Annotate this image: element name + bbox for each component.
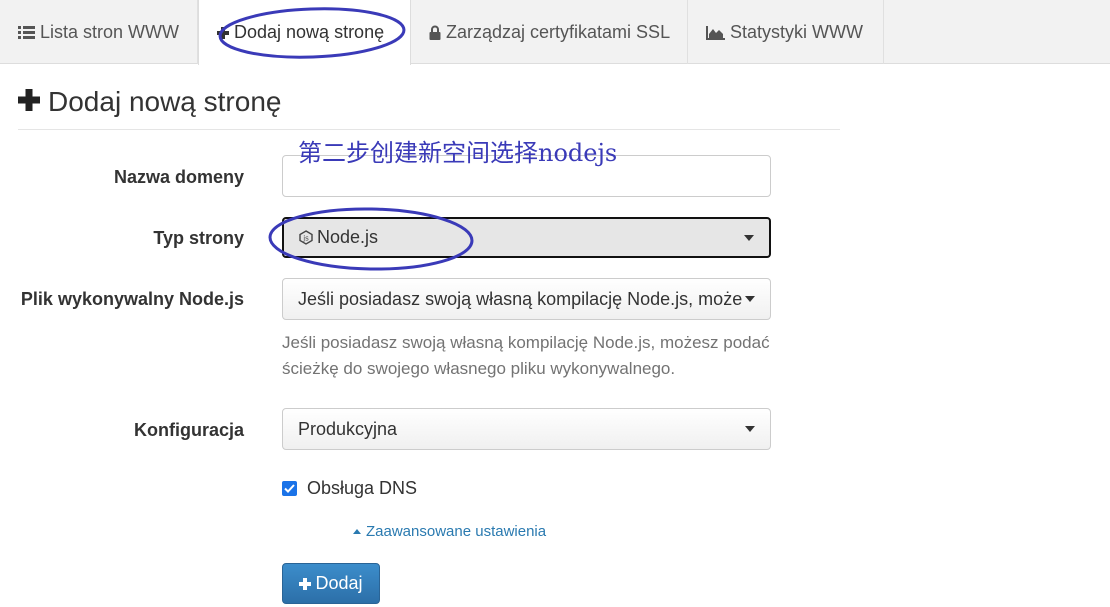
tab-add-site-label: Dodaj nową stronę bbox=[234, 22, 385, 42]
tab-site-list[interactable]: Lista stron WWW bbox=[0, 0, 198, 64]
page-title: Dodaj nową stronę bbox=[18, 86, 281, 118]
nodejs-icon: js bbox=[299, 230, 313, 245]
plus-icon bbox=[18, 87, 40, 117]
chevron-down-icon bbox=[745, 426, 755, 432]
dns-label: Obsługa DNS bbox=[307, 478, 418, 498]
tab-statistics[interactable]: Statystyki WWW bbox=[688, 0, 884, 64]
tab-ssl-certificates[interactable]: Zarządzaj certyfikatami SSL bbox=[411, 0, 688, 64]
tab-site-list-label: Lista stron WWW bbox=[40, 21, 180, 42]
executable-help-text: Jeśli posiadasz swoją własną kompilację … bbox=[282, 333, 770, 378]
caret-up-icon bbox=[353, 529, 361, 534]
config-select[interactable]: Produkcyjna bbox=[282, 408, 771, 450]
chevron-down-icon bbox=[745, 296, 755, 302]
site-type-value: Node.js bbox=[317, 227, 379, 247]
site-type-label: Typ strony bbox=[153, 228, 244, 248]
chevron-down-icon bbox=[744, 234, 754, 241]
area-chart-icon bbox=[706, 25, 725, 40]
lock-icon bbox=[429, 25, 441, 40]
dns-checkbox[interactable] bbox=[282, 481, 297, 496]
page-title-text: Dodaj nową stronę bbox=[48, 86, 282, 117]
check-icon bbox=[284, 484, 295, 493]
executable-value: Jeśli posiadasz swoją własną kompilację … bbox=[298, 288, 743, 309]
executable-label: Plik wykonywalny Node.js bbox=[20, 289, 244, 309]
tab-ssl-certificates-label: Zarządzaj certyfikatami SSL bbox=[446, 21, 671, 42]
add-button-label: Dodaj bbox=[315, 573, 363, 593]
tab-statistics-label: Statystyki WWW bbox=[730, 21, 863, 42]
advanced-settings-label: Zaawansowane ustawienia bbox=[366, 523, 547, 540]
divider bbox=[18, 129, 840, 130]
tab-bar: Lista stron WWW Dodaj nową stronę Zarząd… bbox=[0, 0, 1110, 65]
dns-checkbox-row: Obsługa DNS bbox=[282, 478, 417, 499]
list-icon bbox=[18, 25, 35, 40]
site-type-select[interactable]: js Node.js bbox=[282, 217, 771, 258]
domain-label: Nazwa domeny bbox=[113, 167, 244, 187]
advanced-settings-link[interactable]: Zaawansowane ustawienia bbox=[353, 523, 546, 540]
plus-icon bbox=[299, 577, 312, 590]
config-value: Produkcyjna bbox=[298, 418, 398, 439]
annotation-text: 第二步创建新空间选择nodejs bbox=[298, 139, 618, 167]
add-button[interactable]: Dodaj bbox=[282, 563, 380, 604]
config-label: Konfiguracja bbox=[133, 420, 244, 440]
plus-icon bbox=[217, 26, 229, 39]
tab-add-site[interactable]: Dodaj nową stronę bbox=[198, 0, 411, 65]
svg-text:js: js bbox=[302, 235, 309, 243]
executable-select[interactable]: Jeśli posiadasz swoją własną kompilację … bbox=[282, 278, 771, 320]
